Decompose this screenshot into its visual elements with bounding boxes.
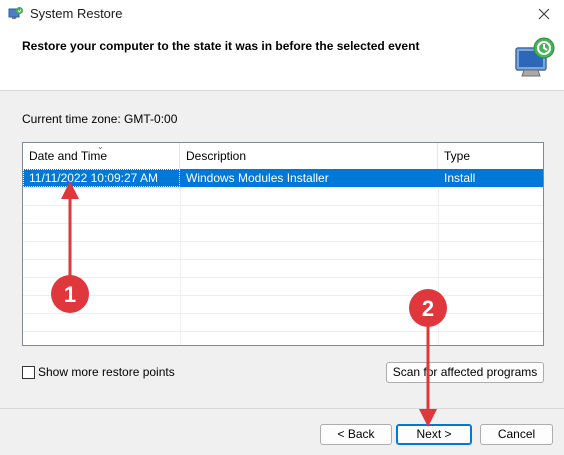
grid-line [23,187,543,188]
cancel-button[interactable]: Cancel [480,424,553,445]
column-header-date[interactable]: ⌄ Date and Time [23,143,180,169]
grid-line [23,313,543,314]
table-row[interactable]: 11/11/2022 10:09:27 AM Windows Modules I… [23,169,543,187]
system-restore-window: System Restore Restore your computer to … [0,0,564,455]
header-title: Restore your computer to the state it wa… [22,39,420,53]
grid-line [23,295,543,296]
grid-line [438,187,439,345]
grid-line [23,277,543,278]
column-header-type[interactable]: Type [438,143,543,169]
timezone-label: Current time zone: GMT-0:00 [22,112,178,126]
show-more-label: Show more restore points [38,365,175,379]
cell-description: Windows Modules Installer [186,171,329,185]
back-button[interactable]: < Back [320,424,392,445]
next-button[interactable]: Next > [396,424,472,445]
restore-points-list[interactable]: ⌄ Date and Time Description Type 11/11/2… [22,142,544,346]
list-header: ⌄ Date and Time Description Type [23,143,543,170]
close-button[interactable] [524,0,564,28]
grid-line [23,259,543,260]
footer-divider [0,408,564,409]
grid-line [23,331,543,332]
grid-line [23,223,543,224]
show-more-restore-points[interactable]: Show more restore points [22,365,175,379]
title-bar: System Restore [0,0,564,28]
scan-affected-programs-button[interactable]: Scan for affected programs [386,362,544,383]
grid-line [23,205,543,206]
grid-line [23,241,543,242]
show-more-checkbox[interactable] [22,365,35,379]
system-restore-icon [8,6,24,22]
cell-date: 11/11/2022 10:09:27 AM [23,169,180,187]
sort-chevron-icon: ⌄ [97,142,104,151]
cell-type: Install [444,171,476,185]
wizard-header: Restore your computer to the state it wa… [0,28,564,91]
close-icon [538,8,550,20]
restore-monitor-icon [510,34,558,82]
column-header-description[interactable]: Description [180,143,438,169]
grid-line [180,187,181,345]
window-title: System Restore [30,6,123,21]
